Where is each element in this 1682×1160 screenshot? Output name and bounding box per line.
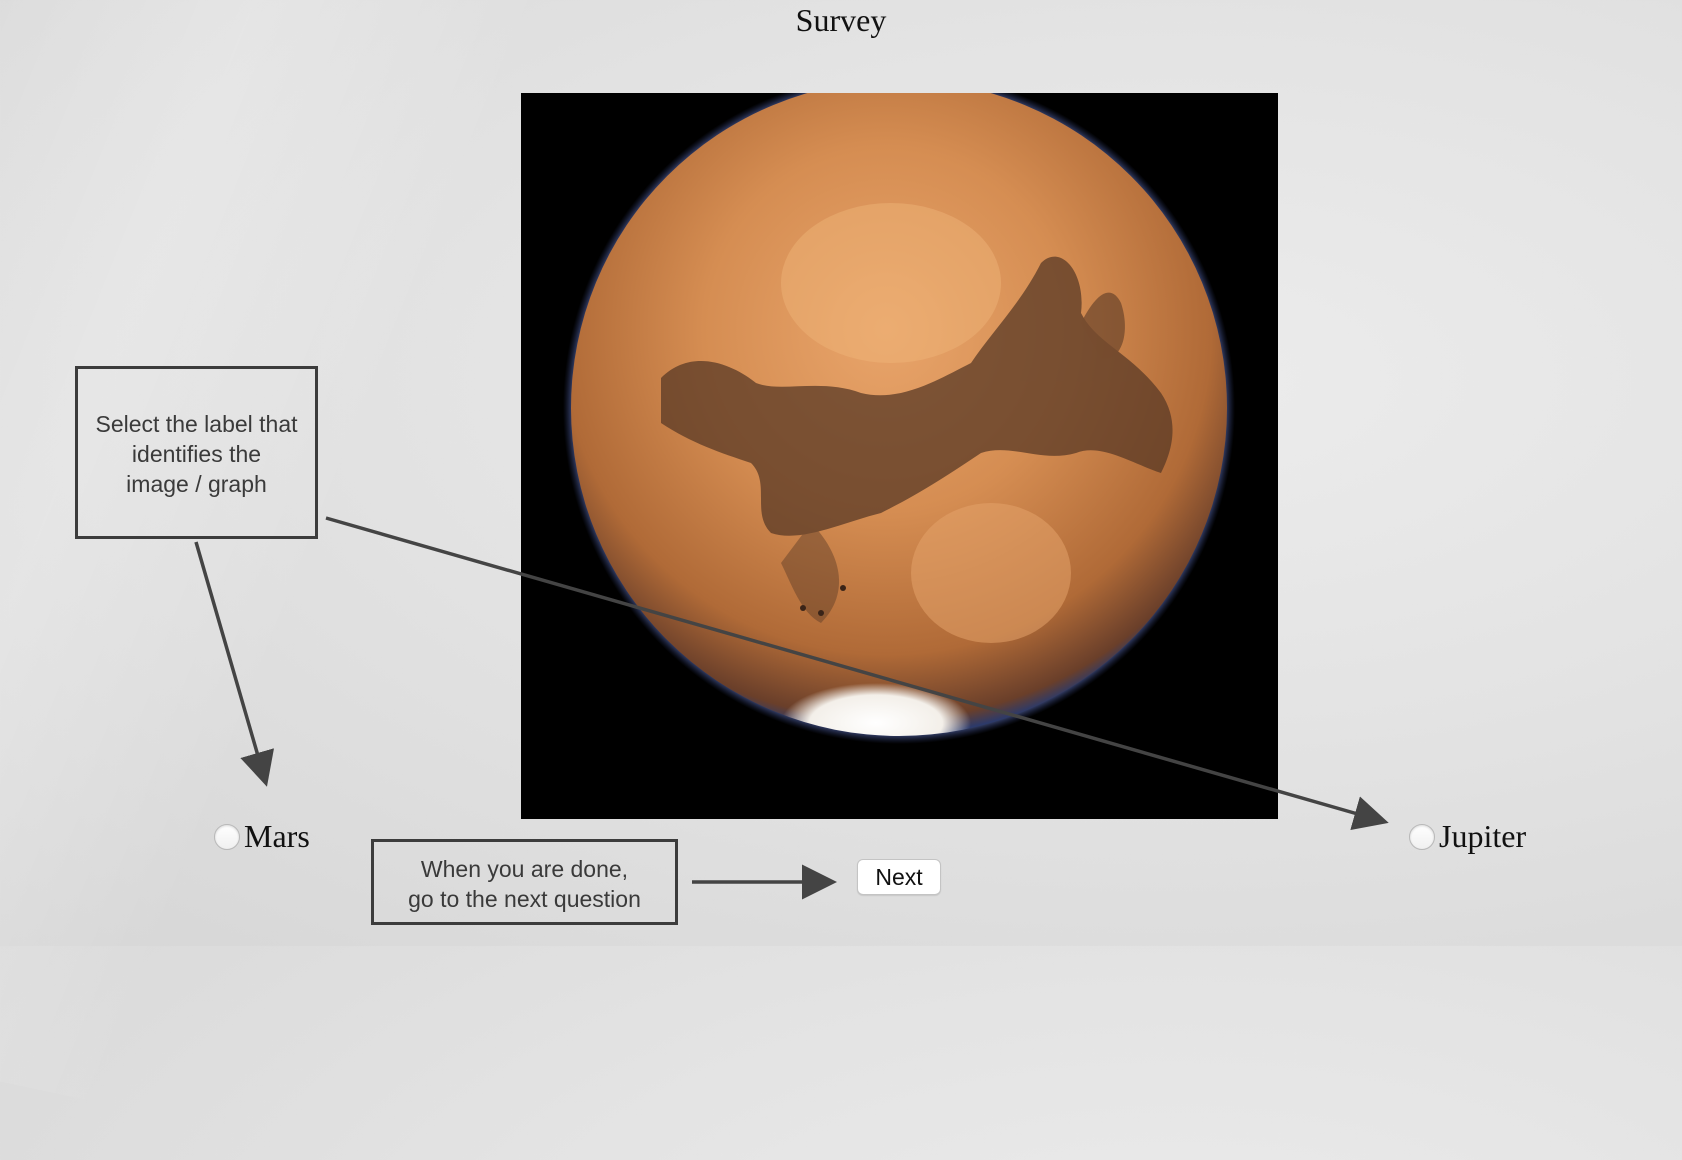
- option-label-mars[interactable]: Mars: [244, 818, 310, 855]
- callout-line: go to the next question: [408, 886, 641, 912]
- callout-line: Select the label that: [95, 411, 298, 437]
- option-jupiter[interactable]: Jupiter: [1409, 818, 1526, 855]
- arrow-to-mars-option: [194, 541, 275, 787]
- instruction-callout-select-label: Select the label that identifies the ima…: [75, 366, 318, 539]
- callout-line: identifies the: [131, 441, 262, 467]
- mars-photo: [521, 93, 1278, 819]
- callout-line: When you are done,: [420, 856, 629, 882]
- radio-button-mars[interactable]: [214, 823, 240, 850]
- next-button[interactable]: Next: [857, 859, 941, 895]
- radio-button-jupiter[interactable]: [1409, 823, 1435, 850]
- callout-line: image / graph: [126, 471, 267, 497]
- page-title: Survey: [795, 2, 887, 38]
- option-mars[interactable]: Mars: [214, 818, 310, 855]
- option-label-jupiter[interactable]: Jupiter: [1439, 818, 1526, 855]
- instruction-callout-next-question: When you are done, go to the next questi…: [371, 839, 678, 925]
- mars-planet-image: [563, 93, 1235, 744]
